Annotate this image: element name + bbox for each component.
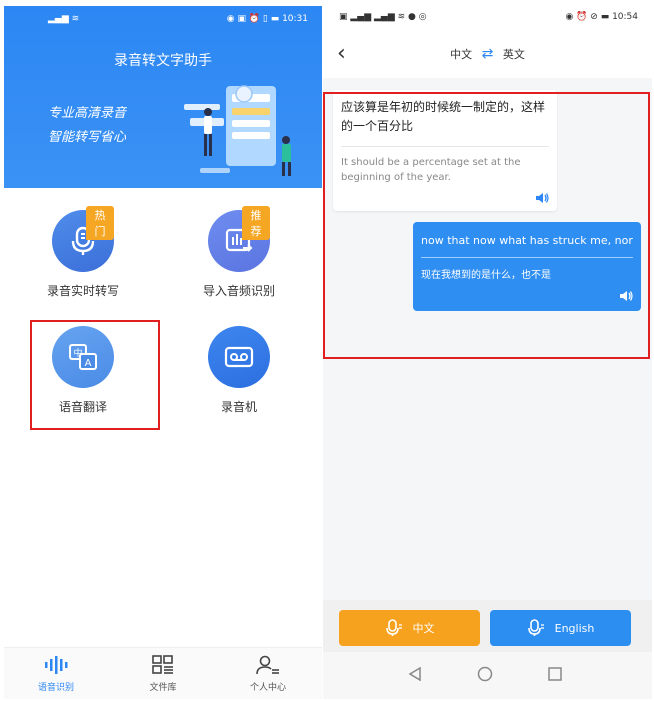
recorder-icon-circle — [208, 326, 270, 388]
user-icon — [228, 654, 308, 676]
grid-icon — [123, 654, 203, 676]
grid-item-import[interactable]: 推荐 导入音频识别 — [164, 206, 314, 299]
waveform-icon — [16, 654, 96, 676]
status-time-right: 10:54 — [612, 12, 638, 22]
banner-illustration — [184, 85, 291, 176]
nav-recent-icon[interactable] — [547, 666, 563, 682]
home-banner: ▂▄▆ ≋ ◉ ▣ ⏰ ▯ ▬ 10:31 录音转文字助手 专业高清录音 智能转… — [4, 6, 322, 188]
status-right: ◉ ▣ ⏰ ▯ ▬ 10:31 — [226, 14, 308, 24]
recommend-badge: 推荐 — [242, 206, 270, 240]
hot-badge: 热门 — [86, 206, 114, 240]
banner-slogan: 专业高清录音 智能转写省心 — [48, 102, 126, 150]
slogan-line-2: 智能转写省心 — [48, 130, 127, 145]
tab-label-files: 文件库 — [149, 683, 177, 693]
status-time: 10:31 — [282, 14, 308, 24]
nav-back-icon[interactable] — [407, 666, 423, 682]
record-chinese-button[interactable]: 中文 — [339, 610, 480, 646]
audio-import-icon-circle: 推荐 — [208, 206, 270, 272]
top-header: ▣ ▂▄▆ ▂▄▆ ≋ ● ◎ ◉ ⏰ ⊘ ▬ 10:54 ‹ 中文 ⇄ 英文 — [323, 6, 652, 78]
grid-label-realtime: 录音实时转写 — [46, 284, 119, 298]
signal-icon: ▂▄▆ ≋ — [48, 14, 80, 24]
record-english-button[interactable]: English — [490, 610, 631, 646]
record-chinese-label: 中文 — [412, 622, 435, 635]
signal-icon-right: ▣ ▂▄▆ ▂▄▆ ≋ ● ◎ — [339, 12, 427, 22]
highlight-box-conversation — [323, 92, 650, 359]
tab-speech-recognition[interactable]: 语音识别 — [16, 654, 96, 693]
record-english-label: English — [554, 621, 595, 635]
tab-label-personal: 个人中心 — [249, 683, 286, 693]
mic-icon — [527, 619, 544, 636]
grid-item-realtime[interactable]: 热门 录音实时转写 — [8, 206, 158, 299]
translate-screen: ▣ ▂▄▆ ▂▄▆ ≋ ● ◎ ◉ ⏰ ⊘ ▬ 10:54 ‹ 中文 ⇄ 英文 … — [323, 6, 652, 699]
lang-from[interactable]: 中文 — [450, 48, 472, 61]
language-switcher[interactable]: 中文 ⇄ 英文 — [323, 46, 652, 62]
swap-icon[interactable]: ⇄ — [482, 46, 494, 62]
highlight-box-translate — [30, 320, 160, 430]
grid-item-recorder[interactable]: 录音机 — [164, 326, 314, 415]
app-title: 录音转文字助手 — [114, 53, 212, 69]
home-screen: ▂▄▆ ≋ ◉ ▣ ⏰ ▯ ▬ 10:31 录音转文字助手 专业高清录音 智能转… — [4, 6, 322, 699]
screenshot-root: ▂▄▆ ≋ ◉ ▣ ⏰ ▯ ▬ 10:31 录音转文字助手 专业高清录音 智能转… — [0, 0, 654, 701]
lang-to[interactable]: 英文 — [503, 48, 525, 61]
status-right-group: ◉ ⏰ ⊘ ▬ 10:54 — [565, 12, 638, 22]
grid-label-recorder: 录音机 — [220, 400, 257, 414]
nav-home-icon[interactable] — [477, 666, 493, 682]
record-button-bar: 中文 English — [323, 600, 652, 652]
tab-label-speech: 语音识别 — [37, 683, 74, 693]
recorder-icon — [224, 346, 254, 368]
tab-personal-center[interactable]: 个人中心 — [228, 654, 308, 693]
microphone-icon-circle: 热门 — [52, 206, 114, 272]
status-bar: ▂▄▆ ≋ ◉ ▣ ⏰ ▯ ▬ 10:31 — [4, 12, 322, 28]
system-nav-bar — [323, 652, 652, 699]
slogan-line-1: 专业高清录音 — [48, 106, 127, 121]
grid-label-import: 导入音频识别 — [202, 284, 275, 298]
tab-file-library[interactable]: 文件库 — [123, 654, 203, 693]
mic-icon — [385, 619, 402, 636]
bottom-tab-bar: 语音识别 文件库 个人中心 — [4, 647, 322, 699]
